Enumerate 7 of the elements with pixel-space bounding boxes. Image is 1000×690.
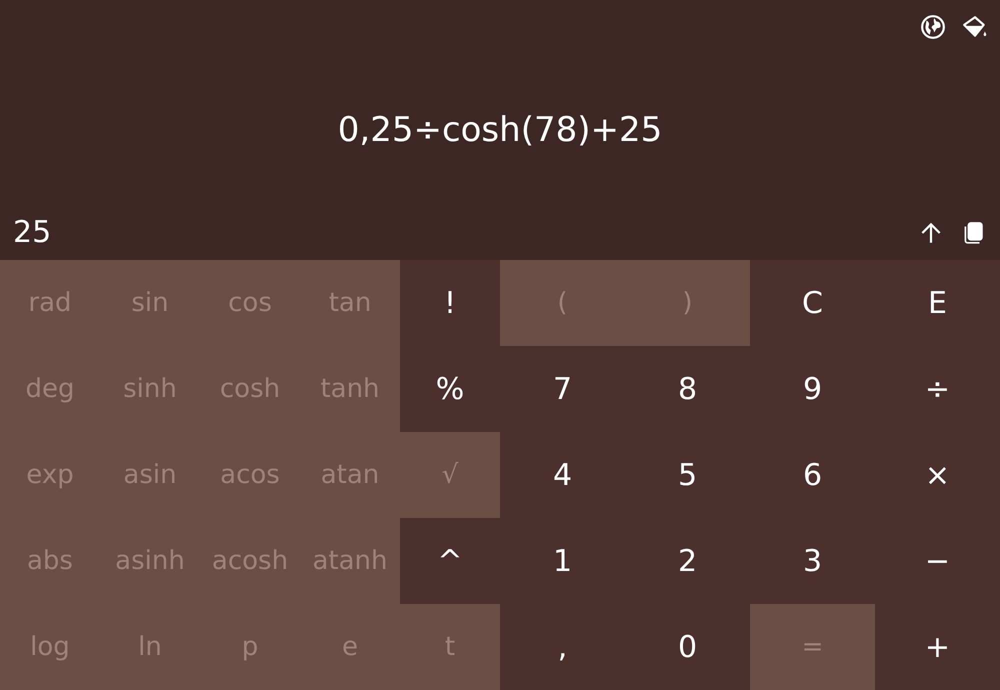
- calculator-key[interactable]: √: [400, 432, 500, 518]
- result-display: 25: [13, 215, 52, 250]
- expression-display: 0,25÷cosh(78)+25: [336, 110, 664, 152]
- calculator-key[interactable]: =: [750, 604, 875, 690]
- calculator-key[interactable]: ): [625, 260, 750, 346]
- calculator-key[interactable]: (: [500, 260, 625, 346]
- globe-icon[interactable]: [920, 14, 946, 40]
